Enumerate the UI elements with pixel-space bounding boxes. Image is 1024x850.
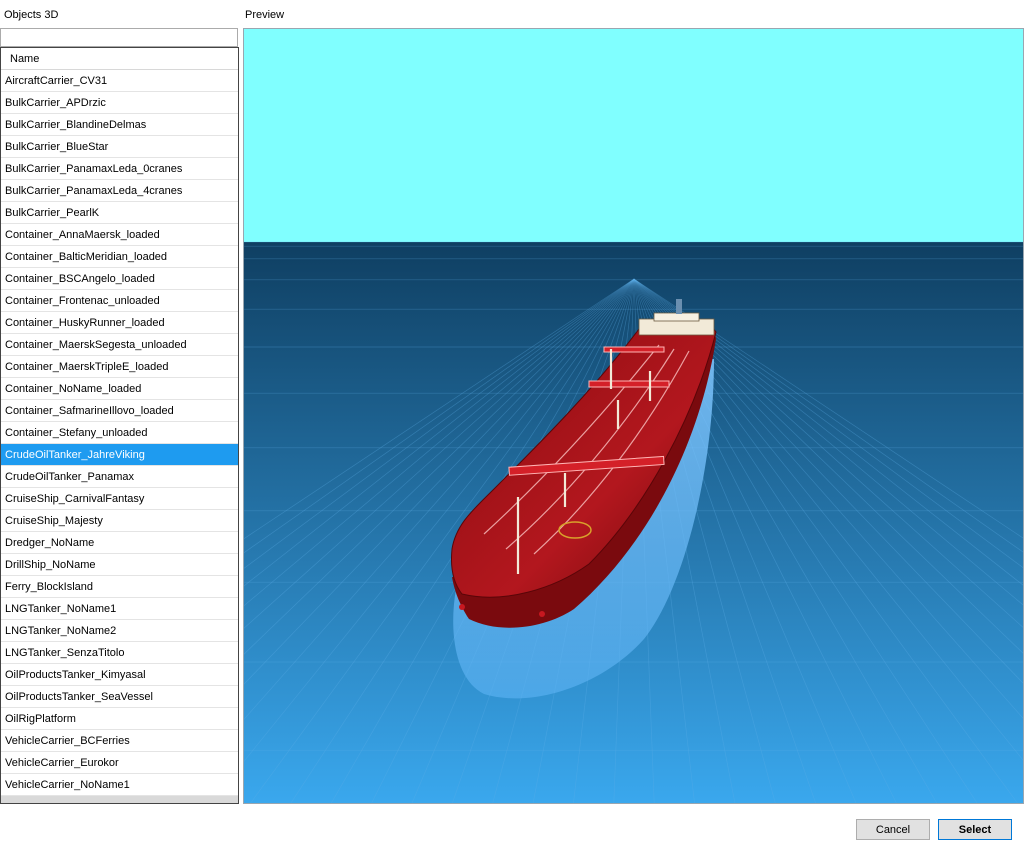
- list-item[interactable]: CrudeOilTanker_Panamax: [1, 466, 238, 488]
- list-item[interactable]: BulkCarrier_PearlK: [1, 202, 238, 224]
- list-item[interactable]: CruiseShip_CarnivalFantasy: [1, 488, 238, 510]
- list-item[interactable]: Container_MaerskTripleE_loaded: [1, 356, 238, 378]
- preview-label: Preview: [245, 9, 285, 21]
- list-item[interactable]: OilProductsTanker_Kimyasal: [1, 664, 238, 686]
- objects-3d-label: Objects 3D: [4, 9, 59, 21]
- list-item[interactable]: LNGTanker_NoName1: [1, 598, 238, 620]
- list-item[interactable]: DrillShip_NoName: [1, 554, 238, 576]
- list-item[interactable]: BulkCarrier_BlandineDelmas: [1, 114, 238, 136]
- list-item[interactable]: Container_HuskyRunner_loaded: [1, 312, 238, 334]
- sky: [244, 29, 1023, 242]
- list-item[interactable]: Container_BalticMeridian_loaded: [1, 246, 238, 268]
- preview-3d-scene: [244, 29, 1023, 803]
- list-item[interactable]: Ferry_BlockIsland: [1, 576, 238, 598]
- list-item[interactable]: Container_Frontenac_unloaded: [1, 290, 238, 312]
- list-item[interactable]: VehicleCarrier_BCFerries: [1, 730, 238, 752]
- list-item[interactable]: Container_SafmarineIllovo_loaded: [1, 400, 238, 422]
- horizontal-scrollbar[interactable]: [1, 796, 238, 803]
- column-header-name[interactable]: Name: [1, 48, 238, 70]
- list-item[interactable]: BulkCarrier_APDrzic: [1, 92, 238, 114]
- list-item[interactable]: LNGTanker_NoName2: [1, 620, 238, 642]
- list-item[interactable]: Container_MaerskSegesta_unloaded: [1, 334, 238, 356]
- list-item[interactable]: LNGTanker_SenzaTitolo: [1, 642, 238, 664]
- list-item[interactable]: AircraftCarrier_CV31: [1, 70, 238, 92]
- list-rows: AircraftCarrier_CV31 BulkCarrier_APDrzic B…: [1, 70, 238, 796]
- objects-list[interactable]: Name AircraftCarrier_CV31 BulkCarrier_APD…: [0, 47, 239, 804]
- list-item[interactable]: CruiseShip_Majesty: [1, 510, 238, 532]
- list-item[interactable]: BulkCarrier_BlueStar: [1, 136, 238, 158]
- list-item[interactable]: Container_Stefany_unloaded: [1, 422, 238, 444]
- list-item[interactable]: Container_BSCAngelo_loaded: [1, 268, 238, 290]
- list-item[interactable]: BulkCarrier_PanamaxLeda_4cranes: [1, 180, 238, 202]
- list-item[interactable]: OilProductsTanker_SeaVessel: [1, 686, 238, 708]
- list-item[interactable]: VehicleCarrier_Eurokor: [1, 752, 238, 774]
- list-item[interactable]: Container_AnnaMaersk_loaded: [1, 224, 238, 246]
- filter-input[interactable]: [0, 28, 238, 47]
- list-item[interactable]: Container_NoName_loaded: [1, 378, 238, 400]
- cancel-button[interactable]: Cancel: [856, 819, 930, 840]
- list-item[interactable]: VehicleCarrier_NoName1: [1, 774, 238, 796]
- list-item[interactable]: OilRigPlatform: [1, 708, 238, 730]
- list-item[interactable]: CrudeOilTanker_JahreViking: [1, 444, 238, 466]
- list-item[interactable]: BulkCarrier_PanamaxLeda_0cranes: [1, 158, 238, 180]
- list-item[interactable]: Dredger_NoName: [1, 532, 238, 554]
- select-button[interactable]: Select: [938, 819, 1012, 840]
- preview-viewport[interactable]: [243, 28, 1024, 804]
